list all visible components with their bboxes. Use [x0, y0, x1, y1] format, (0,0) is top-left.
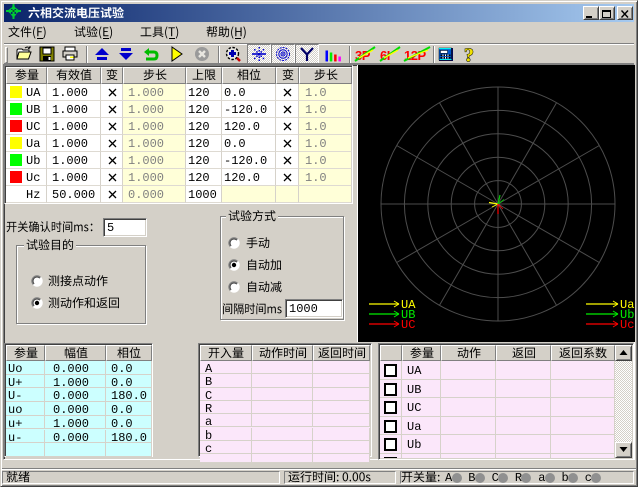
svg-text:Uc: Uc: [620, 318, 634, 332]
svg-text:?: ?: [464, 46, 474, 62]
svg-text:UC: UC: [401, 318, 415, 332]
